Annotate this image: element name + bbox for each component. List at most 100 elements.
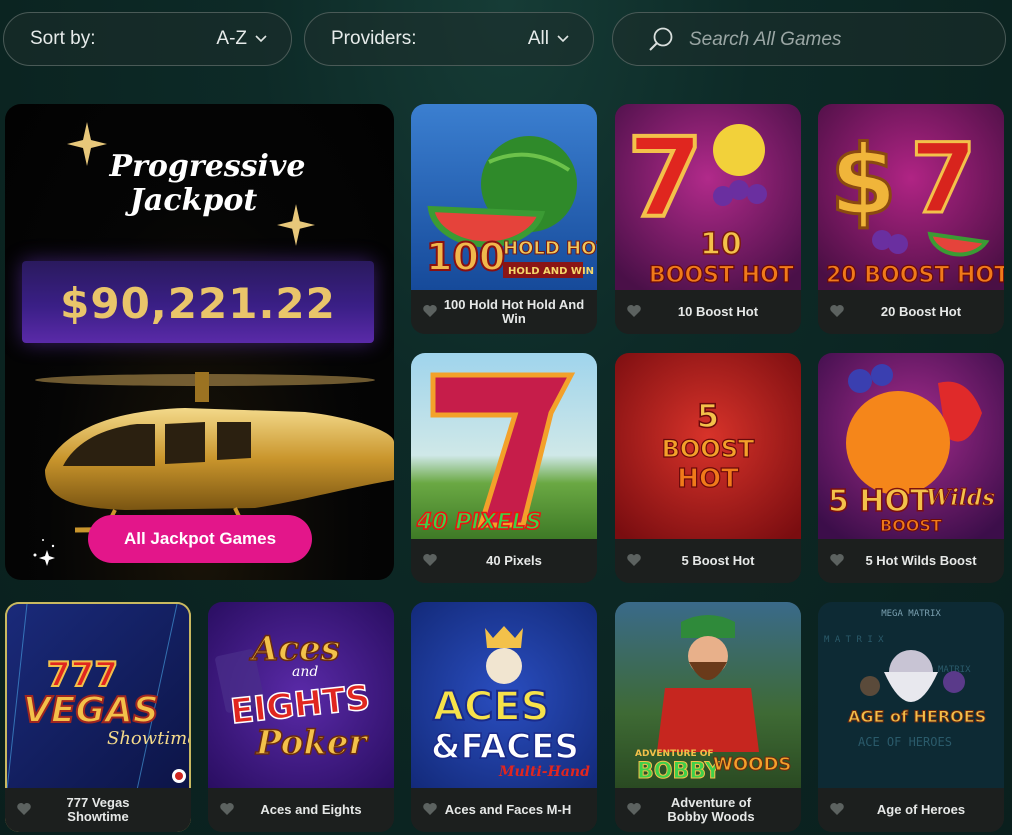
aces-and-eights-art: Aces and EIGHTS Poker [208, 602, 394, 788]
svg-text:ACES: ACES [433, 684, 549, 730]
svg-text:5: 5 [697, 397, 719, 435]
svg-text:20 BOOST HOT: 20 BOOST HOT [826, 263, 1004, 288]
heart-icon[interactable] [829, 553, 845, 567]
game-card[interactable]: ADVENTURE OF BOBBY WOODS Adventure of Bo… [615, 602, 801, 832]
svg-text:Wilds: Wilds [926, 485, 995, 511]
game-card[interactable]: ACES &FACES Multi-Hand Aces and Faces M-… [411, 602, 597, 832]
heart-icon[interactable] [626, 304, 642, 318]
game-name: Aces and Faces M-H [444, 802, 572, 817]
chevron-down-icon [557, 35, 569, 43]
svg-text:Multi-Hand: Multi-Hand [498, 764, 590, 780]
heart-icon[interactable] [829, 802, 845, 816]
svg-text:40 PIXELS: 40 PIXELS [416, 510, 541, 535]
jackpot-title-line1: Progressive [109, 149, 306, 184]
svg-text:Showtime: Showtime [107, 728, 191, 749]
game-name: 777 Vegas Showtime [66, 795, 130, 824]
heart-icon[interactable] [16, 802, 32, 816]
game-card[interactable]: 777 VEGAS Showtime 777 Vegas Showtime [5, 602, 191, 832]
sort-value[interactable]: A-Z [216, 28, 267, 50]
svg-text:$: $ [830, 125, 897, 237]
svg-text:MEGA MATRIX: MEGA MATRIX [881, 609, 941, 619]
heart-icon[interactable] [422, 304, 438, 318]
game-thumbnail[interactable]: 5 HOT Wilds BOOST [818, 353, 1004, 539]
twenty-boost-hot-art: $ 7 20 BOOST HOT [818, 104, 1004, 290]
game-card-footer: Aces and Faces M-H [411, 788, 597, 832]
heart-icon[interactable] [829, 304, 845, 318]
sort-dropdown[interactable]: Sort by: A-Z [3, 12, 292, 66]
game-thumbnail[interactable]: 40 PIXELS [411, 353, 597, 539]
game-card[interactable]: 100 HOLD HOT HOLD AND WIN 100 Hold Hot H… [411, 104, 597, 334]
all-jackpot-games-button[interactable]: All Jackpot Games [88, 515, 312, 563]
providers-value-text: All [527, 28, 549, 49]
game-card-footer: Age of Heroes [818, 788, 1004, 832]
game-card[interactable]: Aces and EIGHTS Poker Aces and Eights [208, 602, 394, 832]
heart-icon[interactable] [422, 553, 438, 567]
game-thumbnail[interactable]: 777 VEGAS Showtime [5, 602, 191, 788]
game-name: Aces and Eights [260, 802, 362, 817]
game-card[interactable]: 7 10 BOOST HOT 10 Boost Hot [615, 104, 801, 334]
progressive-jackpot-card: Progressive Jackpot $90,221.22 All Jackp… [5, 104, 394, 580]
game-thumbnail[interactable]: 7 10 BOOST HOT [615, 104, 801, 290]
svg-text:BOOST: BOOST [662, 435, 755, 463]
heart-icon[interactable] [626, 553, 642, 567]
game-card-footer: 100 Hold Hot Hold And Win [411, 290, 597, 334]
game-name: Adventure of Bobby Woods [667, 795, 755, 824]
game-card-footer: 777 Vegas Showtime [5, 788, 191, 832]
game-name: 40 Pixels [486, 553, 542, 568]
jackpot-amount: $90,221.22 [60, 279, 336, 328]
providers-dropdown[interactable]: Providers: All [304, 12, 594, 66]
game-name: 20 Boost Hot [880, 304, 962, 319]
game-thumbnail[interactable]: 5 BOOST HOT [615, 353, 801, 539]
game-name: 5 Hot Wilds Boost [865, 553, 977, 568]
heart-icon[interactable] [422, 802, 438, 816]
svg-text:HOT: HOT [677, 464, 739, 494]
svg-text:M A T R I X: M A T R I X [824, 635, 884, 645]
game-thumbnail[interactable]: $ 7 20 BOOST HOT [818, 104, 1004, 290]
svg-text:and: and [292, 664, 318, 680]
game-thumbnail[interactable]: Aces and EIGHTS Poker [208, 602, 394, 788]
game-name: 100 Hold Hot Hold And Win [443, 297, 585, 326]
jackpot-title-line2: Jackpot [129, 183, 258, 218]
heart-icon[interactable] [626, 802, 642, 816]
bobby-woods-art: ADVENTURE OF BOBBY WOODS [615, 602, 801, 788]
game-card-footer: 40 Pixels [411, 539, 597, 583]
svg-text:HOLD AND WIN: HOLD AND WIN [508, 266, 594, 277]
game-card-footer: Aces and Eights [208, 788, 394, 832]
svg-text:ACE OF HEROES: ACE OF HEROES [858, 735, 952, 749]
svg-text:ADVENTURE OF: ADVENTURE OF [635, 749, 714, 759]
svg-text:BOOST: BOOST [880, 516, 942, 535]
game-card[interactable]: $ 7 20 BOOST HOT 20 Boost Hot [818, 104, 1004, 334]
jackpot-amount-box: $90,221.22 [22, 261, 374, 343]
game-card[interactable]: MEGA MATRIX M A T R I X MATRIX AGE of HE… [818, 602, 1004, 832]
sort-label: Sort by: [30, 28, 96, 49]
game-name: Age of Heroes [876, 802, 966, 817]
svg-text:Poker: Poker [255, 723, 369, 763]
search-input[interactable] [689, 25, 979, 55]
svg-text:BOOST HOT: BOOST HOT [649, 263, 794, 288]
search-box[interactable] [612, 12, 1006, 66]
providers-value[interactable]: All [528, 28, 569, 50]
game-card-footer: 10 Boost Hot [615, 290, 801, 334]
game-name: 5 Boost Hot [681, 553, 755, 568]
game-thumbnail[interactable]: ADVENTURE OF BOBBY WOODS [615, 602, 801, 788]
game-thumbnail[interactable]: MEGA MATRIX M A T R I X MATRIX AGE of HE… [818, 602, 1004, 788]
game-card[interactable]: 40 PIXELS 40 Pixels [411, 353, 597, 583]
svg-text:WOODS: WOODS [713, 754, 791, 775]
game-card-footer: 20 Boost Hot [818, 290, 1004, 334]
chevron-down-icon [255, 35, 267, 43]
svg-text:10: 10 [700, 227, 742, 262]
game-name: 10 Boost Hot [677, 304, 759, 319]
svg-text:BOBBY: BOBBY [637, 759, 722, 784]
game-card[interactable]: 5 BOOST HOT 5 Boost Hot [615, 353, 801, 583]
svg-text:HOLD HOT: HOLD HOT [503, 238, 597, 259]
game-card[interactable]: 5 HOT Wilds BOOST 5 Hot Wilds Boost [818, 353, 1004, 583]
heart-icon[interactable] [219, 802, 235, 816]
svg-text:Aces: Aces [249, 629, 340, 669]
svg-text:&FACES: &FACES [431, 727, 579, 767]
game-thumbnail[interactable]: ACES &FACES Multi-Hand [411, 602, 597, 788]
game-thumbnail[interactable]: 100 HOLD HOT HOLD AND WIN [411, 104, 597, 290]
search-icon[interactable] [647, 26, 675, 54]
forty-pixels-art: 40 PIXELS [411, 353, 597, 539]
five-hot-wilds-art: 5 HOT Wilds BOOST [818, 353, 1004, 539]
svg-text:5 HOT: 5 HOT [828, 484, 931, 519]
